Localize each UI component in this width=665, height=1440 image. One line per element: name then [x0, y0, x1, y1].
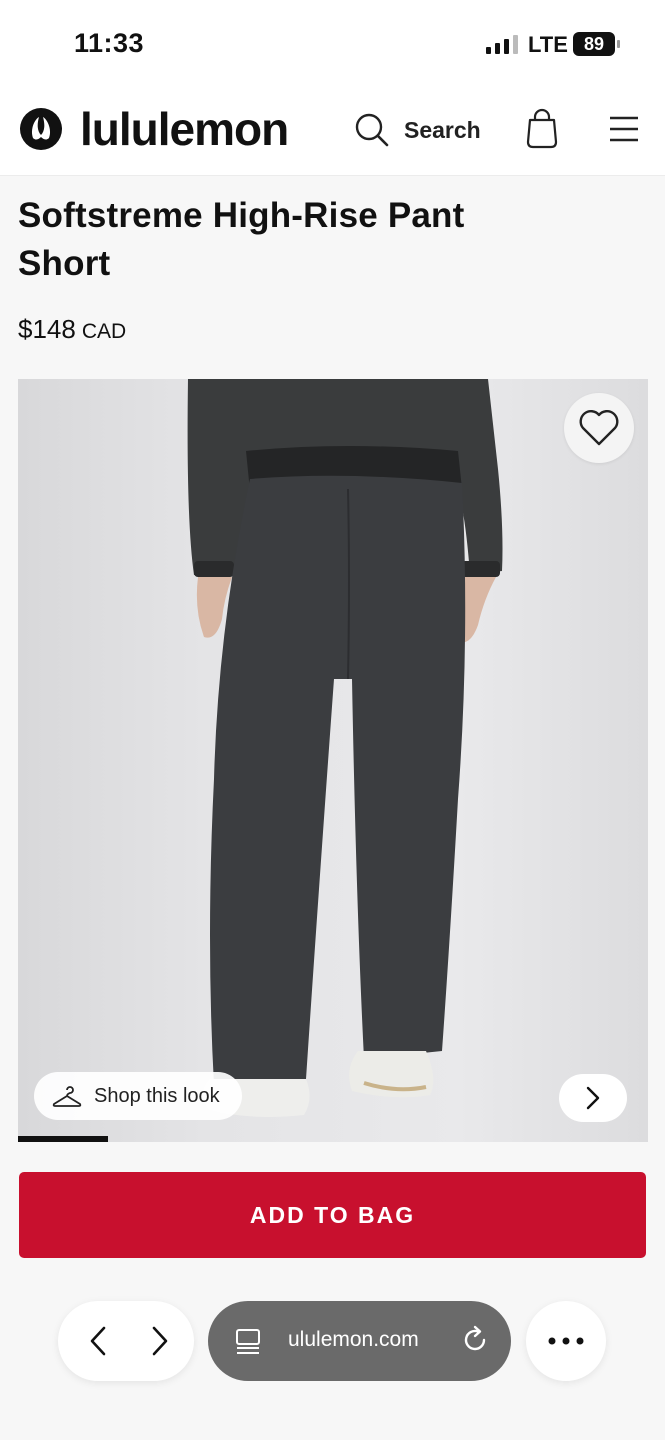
search-label: Search — [404, 116, 481, 143]
lululemon-logo-icon[interactable] — [20, 108, 62, 150]
price-currency: CAD — [81, 320, 127, 343]
chevron-right-icon — [586, 1086, 600, 1110]
more-dots-icon — [548, 1337, 584, 1345]
product-image[interactable]: Shop this look — [18, 379, 648, 1142]
image-carousel-progress — [18, 1136, 648, 1142]
network-type: LTE — [528, 32, 568, 57]
status-time: 11:33 — [74, 28, 145, 58]
signal-strength-icon — [486, 34, 518, 54]
browser-nav-controls — [58, 1301, 194, 1381]
menu-icon[interactable] — [608, 114, 640, 144]
browser-address-bar[interactable]: ulule­mon.com — [208, 1301, 511, 1381]
brand-wordmark[interactable]: lululemon — [80, 102, 289, 156]
chevron-right-icon — [152, 1326, 168, 1356]
image-carousel-progress-fill — [18, 1136, 109, 1142]
shop-this-look-label: Shop this look — [94, 1084, 220, 1107]
hanger-icon — [52, 1086, 82, 1107]
tabs-icon — [236, 1329, 260, 1354]
product-title: Softstreme High-Rise Pant Short — [18, 196, 465, 283]
shop-this-look-button[interactable]: Shop this look — [34, 1072, 242, 1120]
browser-forward-button[interactable] — [140, 1321, 180, 1361]
shopping-bag-icon[interactable] — [526, 108, 558, 150]
heart-icon — [579, 410, 619, 446]
url-text: ulule­mon.com — [288, 1328, 419, 1351]
price-amount: $148 — [18, 314, 76, 344]
product-price: $148 CAD — [18, 314, 126, 345]
browser-more-button[interactable] — [526, 1301, 606, 1381]
site-header: lululemon Search — [0, 88, 665, 176]
status-bar: 11:33 LTE 89 — [0, 0, 665, 88]
add-to-bag-button[interactable]: ADD TO BAG — [19, 1172, 646, 1258]
search-button[interactable]: Search — [354, 108, 481, 152]
search-icon — [355, 113, 389, 147]
favorite-button[interactable] — [564, 393, 634, 463]
battery-indicator: 89 — [573, 32, 620, 56]
product-photo — [187, 379, 503, 1117]
chevron-left-icon — [90, 1326, 106, 1356]
next-image-button[interactable] — [559, 1074, 627, 1122]
reload-icon[interactable] — [460, 1325, 490, 1355]
browser-back-button[interactable] — [78, 1321, 118, 1361]
